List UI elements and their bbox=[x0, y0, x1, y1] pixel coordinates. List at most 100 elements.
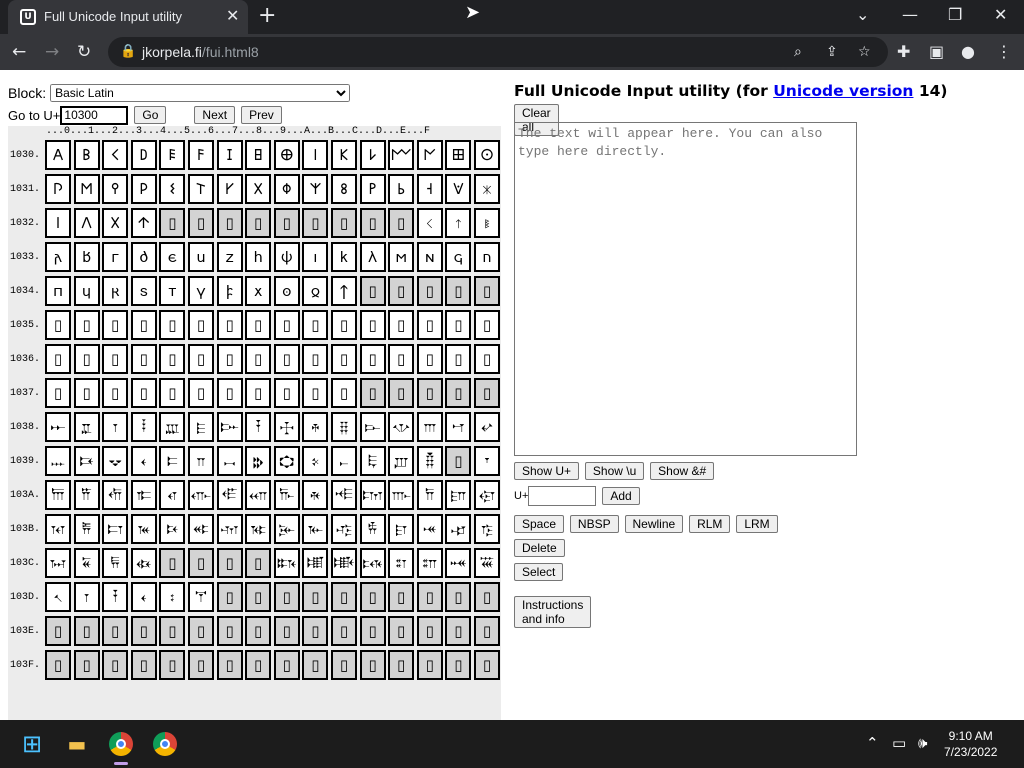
character-cell[interactable]: ▯ bbox=[245, 344, 272, 374]
character-cell[interactable]: ▯ bbox=[188, 378, 214, 408]
character-cell[interactable]: 𐍉 bbox=[302, 276, 329, 306]
character-cell[interactable]: 𐍆 bbox=[216, 276, 243, 306]
character-cell[interactable]: 𐌚 bbox=[331, 174, 357, 204]
character-cell[interactable]: 𐌆 bbox=[216, 140, 243, 170]
character-cell[interactable]: ▯ bbox=[130, 378, 157, 408]
character-cell[interactable]: ▯ bbox=[159, 378, 186, 408]
character-cell[interactable]: ▯ bbox=[216, 208, 243, 238]
character-cell[interactable]: 𐎰 bbox=[45, 514, 71, 544]
character-cell[interactable]: 𐌑 bbox=[73, 174, 100, 204]
character-cell[interactable]: ▯ bbox=[359, 616, 386, 646]
character-cell[interactable]: ▯ bbox=[445, 344, 472, 374]
delete-button[interactable]: Delete bbox=[514, 539, 565, 557]
character-cell[interactable]: 𐎭 bbox=[416, 480, 443, 510]
character-cell[interactable]: ▯ bbox=[331, 344, 357, 374]
character-cell[interactable]: 𐏋 bbox=[359, 548, 386, 578]
character-cell[interactable]: 𐎙 bbox=[302, 446, 329, 476]
newline-button[interactable]: Newline bbox=[624, 515, 684, 533]
character-cell[interactable]: ▯ bbox=[188, 344, 214, 374]
character-cell[interactable]: ▯ bbox=[331, 378, 357, 408]
file-explorer-icon[interactable]: ▬ bbox=[63, 730, 91, 758]
character-cell[interactable]: 𐌢 bbox=[102, 208, 129, 238]
character-cell[interactable]: 𐎾 bbox=[445, 514, 472, 544]
character-cell[interactable]: 𐎺 bbox=[331, 514, 357, 544]
character-cell[interactable]: ▯ bbox=[359, 310, 386, 340]
character-cell[interactable]: 𐏐 bbox=[45, 582, 71, 612]
character-cell[interactable]: ▯ bbox=[474, 344, 500, 374]
character-cell[interactable]: 𐌞 bbox=[445, 174, 472, 204]
character-cell[interactable]: 𐌅 bbox=[188, 140, 214, 170]
character-cell[interactable]: ▯ bbox=[359, 582, 386, 612]
character-cell[interactable]: 𐎌 bbox=[388, 412, 415, 442]
character-cell[interactable]: ▯ bbox=[416, 582, 443, 612]
character-cell[interactable]: 𐎀 bbox=[45, 412, 71, 442]
character-cell[interactable]: 𐌱 bbox=[73, 242, 100, 272]
character-cell[interactable]: ▯ bbox=[216, 548, 243, 578]
character-cell[interactable]: ▯ bbox=[245, 310, 272, 340]
character-cell[interactable]: 𐎊 bbox=[331, 412, 357, 442]
character-cell[interactable]: 𐎦 bbox=[216, 480, 243, 510]
extensions-puzzle-icon[interactable]: ✚ bbox=[897, 42, 910, 62]
character-cell[interactable]: ▯ bbox=[73, 650, 100, 680]
character-cell[interactable]: 𐎿 bbox=[474, 514, 500, 544]
character-cell[interactable]: 𐎃 bbox=[130, 412, 157, 442]
character-cell[interactable]: 𐎼 bbox=[388, 514, 415, 544]
character-cell[interactable]: 𐎣 bbox=[130, 480, 157, 510]
volume-icon[interactable]: 🕪 bbox=[918, 734, 927, 752]
character-cell[interactable]: 𐌺 bbox=[331, 242, 357, 272]
character-cell[interactable]: 𐎋 bbox=[359, 412, 386, 442]
character-cell[interactable]: 𐎘 bbox=[273, 446, 300, 476]
character-cell[interactable]: ▯ bbox=[45, 378, 71, 408]
character-cell[interactable]: 𐌷 bbox=[245, 242, 272, 272]
character-cell[interactable]: 𐎇 bbox=[245, 412, 272, 442]
character-cell[interactable]: ▯ bbox=[445, 650, 472, 680]
character-cell[interactable]: ▯ bbox=[416, 650, 443, 680]
character-cell[interactable]: 𐎈 bbox=[273, 412, 300, 442]
block-select[interactable]: Basic Latin bbox=[50, 84, 351, 102]
character-cell[interactable]: ▯ bbox=[302, 616, 329, 646]
chrome-taskbar-icon[interactable] bbox=[109, 732, 133, 756]
character-cell[interactable]: 𐏓 bbox=[130, 582, 157, 612]
character-cell[interactable]: 𐎆 bbox=[216, 412, 243, 442]
character-cell[interactable]: ▯ bbox=[445, 310, 472, 340]
character-cell[interactable]: 𐎽 bbox=[416, 514, 443, 544]
character-cell[interactable]: ▯ bbox=[331, 650, 357, 680]
system-clock[interactable]: 9:10 AM 7/23/2022 bbox=[944, 728, 997, 760]
codepoint-input[interactable] bbox=[528, 486, 597, 506]
goto-input[interactable] bbox=[60, 105, 129, 125]
forward-button[interactable]: → bbox=[45, 42, 59, 62]
character-cell[interactable]: ▯ bbox=[388, 378, 415, 408]
character-cell[interactable]: ▯ bbox=[273, 616, 300, 646]
character-cell[interactable]: 𐌒 bbox=[102, 174, 129, 204]
character-cell[interactable]: 𐏎 bbox=[445, 548, 472, 578]
character-cell[interactable]: ▯ bbox=[245, 208, 272, 238]
character-cell[interactable]: 𐌽 bbox=[416, 242, 443, 272]
character-cell[interactable]: ▯ bbox=[130, 310, 157, 340]
character-cell[interactable]: ▯ bbox=[388, 208, 415, 238]
character-cell[interactable]: ▯ bbox=[474, 650, 500, 680]
character-cell[interactable]: 𐎵 bbox=[188, 514, 214, 544]
character-cell[interactable]: 𐏕 bbox=[188, 582, 214, 612]
character-cell[interactable]: 𐌰 bbox=[45, 242, 71, 272]
character-cell[interactable]: ▯ bbox=[273, 310, 300, 340]
browser-menu-icon[interactable]: ⋮ bbox=[996, 42, 1012, 62]
character-cell[interactable]: ▯ bbox=[331, 616, 357, 646]
prev-button[interactable]: Prev bbox=[241, 106, 282, 124]
character-cell[interactable]: ▯ bbox=[416, 310, 443, 340]
character-cell[interactable]: ▯ bbox=[388, 582, 415, 612]
character-cell[interactable]: 𐎔 bbox=[159, 446, 186, 476]
character-cell[interactable]: 𐌹 bbox=[302, 242, 329, 272]
character-cell[interactable]: ▯ bbox=[245, 616, 272, 646]
character-cell[interactable]: 𐎕 bbox=[188, 446, 214, 476]
character-cell[interactable]: 𐎥 bbox=[188, 480, 214, 510]
character-cell[interactable]: 𐌣 bbox=[130, 208, 157, 238]
character-cell[interactable]: ▯ bbox=[245, 548, 272, 578]
character-cell[interactable]: ▯ bbox=[216, 378, 243, 408]
character-cell[interactable]: ▯ bbox=[159, 548, 186, 578]
character-cell[interactable]: 𐏉 bbox=[302, 548, 329, 578]
character-cell[interactable]: ▯ bbox=[273, 650, 300, 680]
select-button[interactable]: Select bbox=[514, 563, 564, 581]
character-cell[interactable]: ▯ bbox=[45, 310, 71, 340]
character-cell[interactable]: 𐍃 bbox=[130, 276, 157, 306]
character-cell[interactable]: ▯ bbox=[102, 378, 129, 408]
